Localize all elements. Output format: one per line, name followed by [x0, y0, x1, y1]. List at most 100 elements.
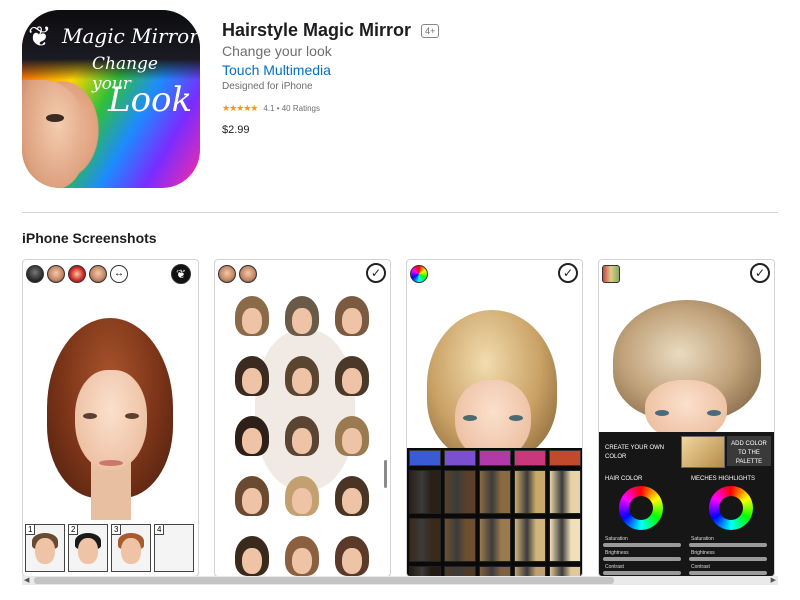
- rating-separator: •: [274, 104, 282, 113]
- hairstyle-option[interactable]: [227, 536, 277, 576]
- scroll-left-icon[interactable]: ◀: [24, 576, 29, 585]
- add-color-button[interactable]: ADD COLOR TO THE PALETTE: [727, 436, 771, 466]
- hair-color-tile[interactable]: [549, 470, 581, 514]
- thumbnail[interactable]: 1: [25, 524, 65, 572]
- model-icon[interactable]: [218, 265, 236, 283]
- screenshot-4[interactable]: ✓ CREATE YOUR OWN COLOR ADD COLOR TO THE…: [598, 259, 775, 577]
- hairstyle-option[interactable]: [327, 296, 377, 344]
- thumbnail[interactable]: 3: [111, 524, 151, 572]
- model-eyes: [655, 410, 721, 418]
- check-icon[interactable]: ✓: [750, 263, 770, 283]
- hairstyle-option[interactable]: [277, 416, 327, 464]
- hair-color-tile[interactable]: [549, 518, 581, 562]
- horizontal-scrollbar[interactable]: ◀ ▶: [22, 576, 778, 585]
- model-icon[interactable]: [26, 265, 44, 283]
- app-logo-icon[interactable]: ❦: [171, 264, 191, 284]
- thumbnail-number: 4: [155, 525, 165, 535]
- hairstyle-option[interactable]: [277, 536, 327, 576]
- hairstyle-option[interactable]: [327, 356, 377, 404]
- hairstyle-option[interactable]: [227, 356, 277, 404]
- screenshot-3[interactable]: ✓ ✔: [406, 259, 583, 577]
- price: $2.99: [222, 124, 250, 136]
- check-icon[interactable]: ✓: [558, 263, 578, 283]
- divider: [22, 212, 778, 213]
- color-swatch[interactable]: [409, 450, 441, 466]
- model-icon[interactable]: [239, 265, 257, 283]
- vertical-scrollbar[interactable]: [384, 460, 387, 488]
- toolbar: ✓: [599, 260, 774, 288]
- check-icon[interactable]: ✓: [366, 263, 386, 283]
- model-lips: [99, 460, 123, 466]
- toolbar: ✓: [215, 260, 390, 288]
- create-own-color-label: CREATE YOUR OWN COLOR: [605, 445, 665, 460]
- hair-color-tile[interactable]: [444, 518, 476, 562]
- hair-color-tile[interactable]: [479, 518, 511, 562]
- hairstyle-option[interactable]: [327, 476, 377, 524]
- hairstyle-thumbnails: 1 2 3 4: [25, 524, 197, 572]
- icon-eye: [46, 114, 64, 122]
- color-swatch[interactable]: [514, 450, 546, 466]
- icon-logo: ❦: [28, 21, 52, 52]
- developer-link[interactable]: Touch Multimedia: [222, 62, 331, 78]
- color-swatch[interactable]: [479, 450, 511, 466]
- brightness-label: Brightness: [691, 550, 715, 556]
- model-eyes: [463, 415, 523, 423]
- thumbnail[interactable]: 2: [68, 524, 108, 572]
- brightness-slider[interactable]: [689, 557, 767, 561]
- model-icon[interactable]: [47, 265, 65, 283]
- swap-arrows-icon[interactable]: ↔: [110, 265, 128, 283]
- toolbar: ↔ ❦: [23, 260, 198, 288]
- designed-for: Designed for iPhone: [222, 81, 313, 92]
- model-icon[interactable]: [68, 265, 86, 283]
- highlights-color-wheel[interactable]: [709, 486, 753, 530]
- thumbnail-number: 2: [69, 525, 79, 535]
- hairstyle-option[interactable]: [277, 296, 327, 344]
- hair-color-tile[interactable]: [444, 470, 476, 514]
- title-row: Hairstyle Magic Mirror 4+: [222, 20, 440, 41]
- hairstyle-option[interactable]: [277, 356, 327, 404]
- hairstyle-option[interactable]: [227, 416, 277, 464]
- color-wheel-icon[interactable]: [410, 265, 428, 283]
- icon-text-line1: Magic Mirror: [62, 24, 199, 48]
- color-swatch[interactable]: [444, 450, 476, 466]
- app-title: Hairstyle Magic Mirror: [222, 20, 412, 40]
- contrast-slider[interactable]: [603, 571, 681, 575]
- thumbnail-number: 3: [112, 525, 122, 535]
- thumbnail-face: [78, 538, 98, 564]
- palette-icon[interactable]: [602, 265, 620, 283]
- hairstyle-option[interactable]: [227, 476, 277, 524]
- hair-color-tile[interactable]: [514, 470, 546, 514]
- app-icon: ❦ Magic Mirror Change your Look: [22, 10, 200, 188]
- contrast-slider[interactable]: [689, 571, 767, 575]
- hair-color-tile[interactable]: [514, 518, 546, 562]
- thumbnail-face: [121, 538, 141, 564]
- screenshot-2[interactable]: ✓: [214, 259, 391, 577]
- hair-color-tiles: ✔: [409, 470, 581, 576]
- hair-color-tile[interactable]: [409, 470, 441, 514]
- brightness-slider[interactable]: [603, 557, 681, 561]
- color-swatch[interactable]: [549, 450, 581, 466]
- thumbnail[interactable]: 4: [154, 524, 194, 572]
- hairstyle-option[interactable]: [327, 416, 377, 464]
- hair-color-wheel[interactable]: [619, 486, 663, 530]
- screenshot-1[interactable]: ↔ ❦ 1 2 3 4: [22, 259, 199, 577]
- model-eyes: [83, 413, 139, 421]
- contrast-label: Contrast: [605, 564, 624, 570]
- model-icon[interactable]: [89, 265, 107, 283]
- saturation-label: Saturation: [605, 536, 628, 542]
- hairstyle-option[interactable]: [277, 476, 327, 524]
- app-subtitle: Change your look: [222, 43, 332, 59]
- hairstyle-option[interactable]: [327, 536, 377, 576]
- saturation-slider[interactable]: [603, 543, 681, 547]
- rating-value: 4.1: [263, 104, 275, 113]
- section-title: iPhone Screenshots: [22, 230, 157, 246]
- age-rating-badge: 4+: [421, 23, 440, 38]
- scrollbar-thumb[interactable]: [34, 577, 614, 584]
- hairstyle-option[interactable]: [227, 296, 277, 344]
- hairstyle-grid: [227, 296, 377, 576]
- hair-color-tile[interactable]: [479, 470, 511, 514]
- hair-color-tile[interactable]: [409, 518, 441, 562]
- saturation-label: Saturation: [691, 536, 714, 542]
- saturation-slider[interactable]: [689, 543, 767, 547]
- scroll-right-icon[interactable]: ▶: [771, 576, 776, 585]
